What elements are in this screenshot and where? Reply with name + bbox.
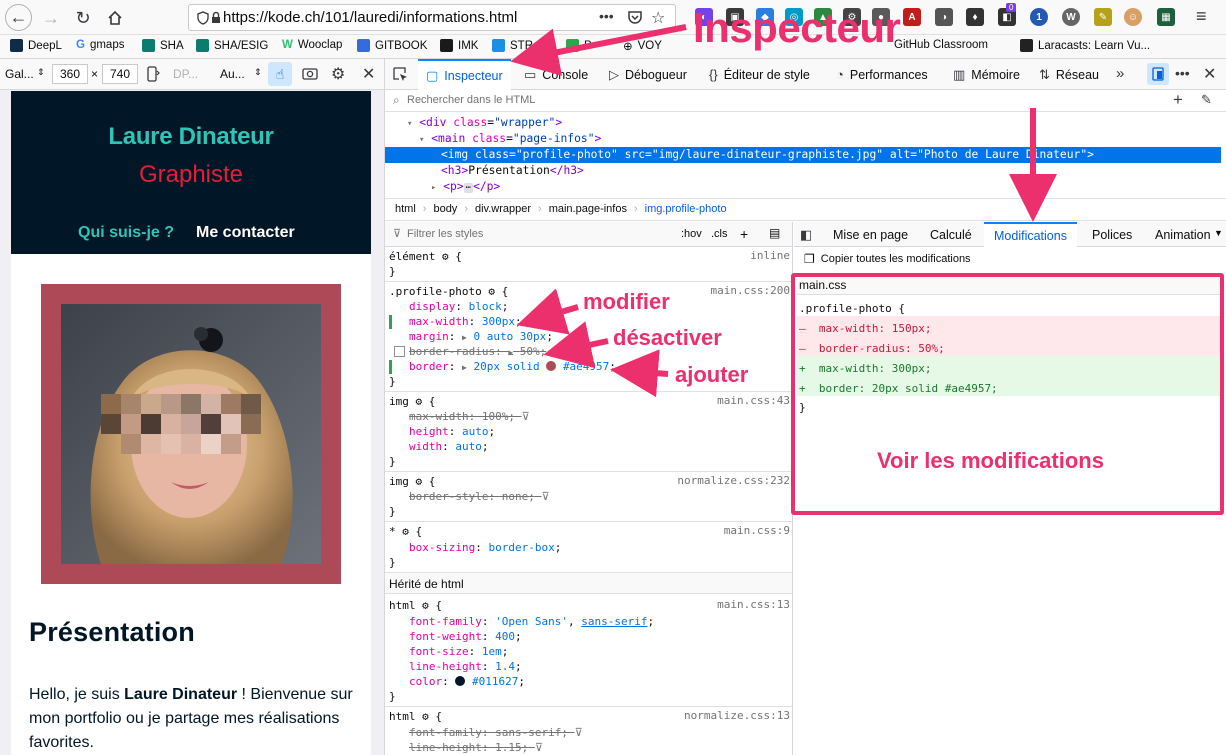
- changes-highlight-frame: [791, 273, 1224, 515]
- annotation-voir-modifications: Voir les modifications: [877, 448, 1104, 473]
- annotation-inspecteur: Inspecteur: [693, 4, 901, 51]
- annotation-modifier: modifier: [583, 289, 670, 314]
- annotation-ajouter: ajouter: [675, 362, 749, 387]
- annotation-desactiver: désactiver: [613, 325, 722, 350]
